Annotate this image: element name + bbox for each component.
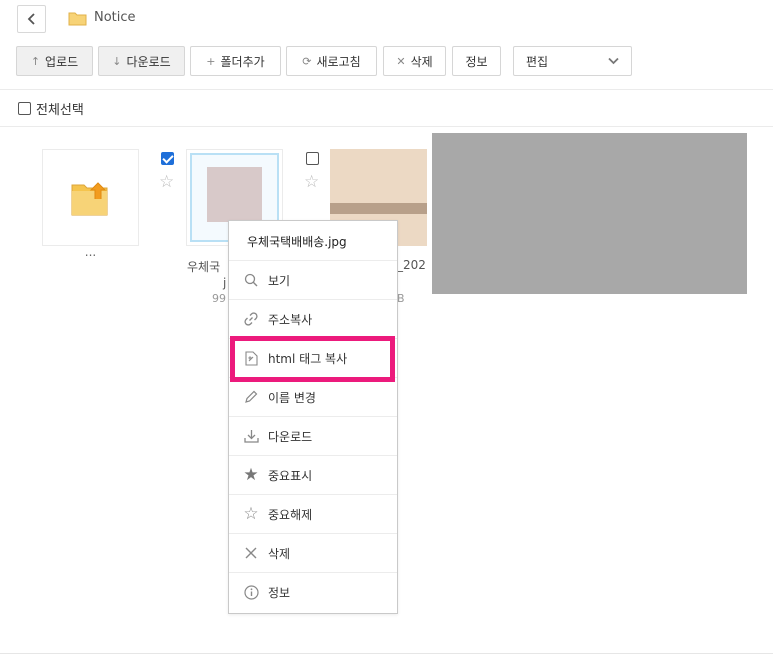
back-button[interactable] xyxy=(17,5,46,33)
arrow-up-icon: ↑ xyxy=(30,54,41,68)
edit-select[interactable]: 편집 xyxy=(513,46,632,76)
refresh-label: 새로고침 xyxy=(316,54,361,69)
star-filled-icon: ★ xyxy=(243,465,259,485)
menu-item-label: 보기 xyxy=(268,273,291,288)
pencil-icon xyxy=(243,389,259,405)
parent-folder-tile[interactable] xyxy=(42,149,139,246)
menu-item-delete[interactable]: 삭제 xyxy=(229,533,397,572)
edit-select-value: 편집 xyxy=(526,54,549,69)
delete-button[interactable]: ✕ 삭제 xyxy=(383,46,446,76)
delete-label: 삭제 xyxy=(410,54,433,69)
context-menu: 우체국택배배송.jpg 보기 주소복사 html 태그 복사 이름 변경 다운로… xyxy=(228,220,398,614)
menu-item-download[interactable]: 다운로드 xyxy=(229,416,397,455)
thumbnail-content xyxy=(207,167,262,222)
file-manager: Notice ↑ 업로드 ↓ 다운로드 + 폴더추가 ⟳ 새로고침 ✕ 삭제 정… xyxy=(0,0,773,667)
menu-item-label: 이름 변경 xyxy=(268,390,316,405)
arrow-down-icon: ↓ xyxy=(112,54,122,68)
close-icon: ✕ xyxy=(396,54,406,68)
divider xyxy=(0,126,773,127)
html-file-icon xyxy=(243,350,259,366)
thumbnail-content xyxy=(330,203,427,214)
select-all-checkbox[interactable] xyxy=(18,102,31,115)
file-size: 99 xyxy=(212,292,226,305)
star-outline-icon[interactable]: ☆ xyxy=(159,174,174,191)
menu-item-unmark-important[interactable]: ☆ 중요해제 xyxy=(229,494,397,533)
add-folder-button[interactable]: + 폴더추가 xyxy=(190,46,281,76)
menu-item-label: 주소복사 xyxy=(268,312,313,327)
menu-item-rename[interactable]: 이름 변경 xyxy=(229,377,397,416)
menu-item-view[interactable]: 보기 xyxy=(229,260,397,299)
menu-item-copy-html-tag[interactable]: html 태그 복사 xyxy=(229,338,397,377)
close-icon xyxy=(243,545,259,561)
info-label: 정보 xyxy=(465,54,488,69)
file-name: 우체국 xyxy=(187,260,221,274)
context-menu-title: 우체국택배배송.jpg xyxy=(247,235,347,249)
chevron-down-icon xyxy=(608,57,619,65)
file-name-ext: j xyxy=(223,276,227,290)
menu-item-label: 삭제 xyxy=(268,546,291,561)
breadcrumb-folder-name[interactable]: Notice xyxy=(94,10,136,25)
divider xyxy=(0,89,773,90)
menu-item-label: 중요표시 xyxy=(268,468,313,483)
select-all-label: 전체선택 xyxy=(36,103,84,118)
menu-item-label: 다운로드 xyxy=(268,429,313,444)
link-icon xyxy=(243,311,259,327)
menu-item-label: 중요해제 xyxy=(268,507,313,522)
menu-item-info[interactable]: 정보 xyxy=(229,572,397,611)
refresh-button[interactable]: ⟳ 새로고침 xyxy=(286,46,377,76)
star-outline-icon: ☆ xyxy=(243,504,259,524)
menu-item-label: 정보 xyxy=(268,585,291,600)
parent-folder-label: ... xyxy=(84,245,97,259)
search-icon xyxy=(243,272,259,288)
menu-item-copy-address[interactable]: 주소복사 xyxy=(229,299,397,338)
upload-label: 업로드 xyxy=(45,54,79,69)
file-name: _202 xyxy=(397,258,426,272)
download-button[interactable]: ↓ 다운로드 xyxy=(98,46,185,76)
star-outline-icon[interactable]: ☆ xyxy=(304,174,319,191)
chevron-left-icon xyxy=(27,13,35,25)
folder-up-icon xyxy=(71,182,108,216)
file-checkbox[interactable] xyxy=(161,152,174,165)
menu-item-label: html 태그 복사 xyxy=(268,351,348,366)
plus-icon: + xyxy=(206,54,216,68)
file-checkbox[interactable] xyxy=(306,152,319,165)
refresh-icon: ⟳ xyxy=(302,54,312,68)
info-button[interactable]: 정보 xyxy=(452,46,501,76)
download-icon xyxy=(243,428,259,444)
upload-button[interactable]: ↑ 업로드 xyxy=(16,46,93,76)
file-size: B xyxy=(397,292,405,305)
select-all[interactable]: 전체선택 xyxy=(18,99,84,118)
info-icon xyxy=(243,584,259,600)
redacted-area xyxy=(432,133,747,294)
folder-icon xyxy=(68,11,87,30)
add-folder-label: 폴더추가 xyxy=(220,54,265,69)
download-label: 다운로드 xyxy=(126,54,171,69)
divider xyxy=(0,653,773,654)
menu-item-mark-important[interactable]: ★ 중요표시 xyxy=(229,455,397,494)
